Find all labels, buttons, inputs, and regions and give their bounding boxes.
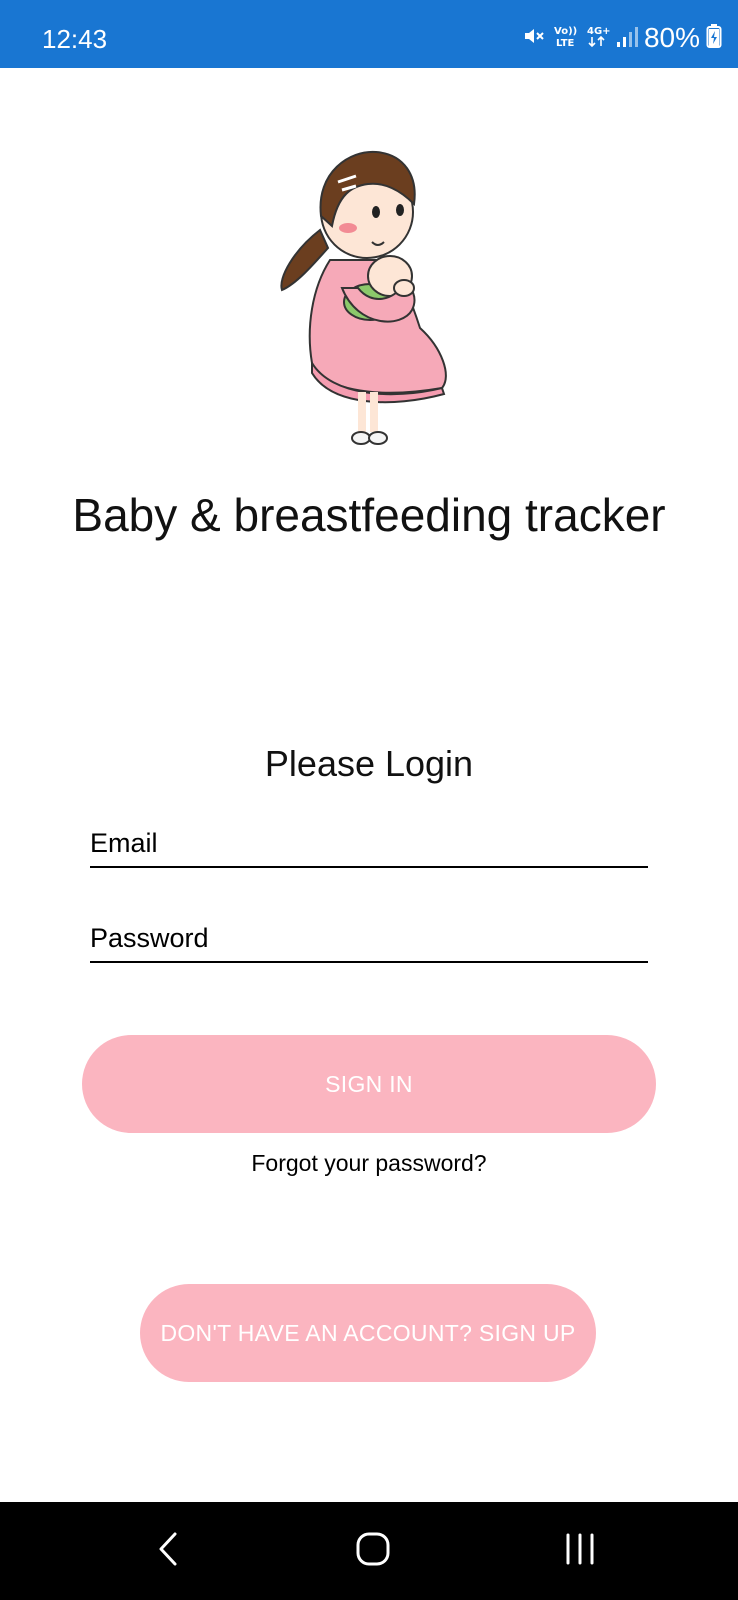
signal-icon xyxy=(616,24,638,53)
sign-in-button[interactable]: SIGN IN xyxy=(82,1035,656,1133)
mute-icon xyxy=(522,24,546,53)
sign-up-label: DON'T HAVE AN ACCOUNT? SIGN UP xyxy=(160,1319,576,1346)
back-icon xyxy=(157,1531,179,1572)
status-bar: 12:43 Vo)) LTE 4G+ 80% xyxy=(0,0,738,68)
recents-icon xyxy=(563,1532,597,1571)
status-icons: Vo)) LTE 4G+ 80% xyxy=(522,22,722,54)
home-button[interactable] xyxy=(345,1526,401,1576)
app-title: Baby & breastfeeding tracker xyxy=(72,489,666,541)
home-icon xyxy=(355,1531,391,1572)
back-button[interactable] xyxy=(140,1526,196,1576)
4g-plus-icon: 4G+ xyxy=(584,23,611,54)
login-heading: Please Login xyxy=(264,743,474,784)
forgot-password-link[interactable]: Forgot your password? xyxy=(60,1148,678,1178)
recents-button[interactable] xyxy=(552,1526,608,1576)
navigation-bar xyxy=(0,1502,738,1600)
svg-text:LTE: LTE xyxy=(556,38,575,49)
svg-text:Vo)): Vo)) xyxy=(554,26,577,37)
sign-up-button[interactable]: DON'T HAVE AN ACCOUNT? SIGN UP xyxy=(140,1284,596,1382)
sign-in-label: SIGN IN xyxy=(325,1070,413,1097)
email-field[interactable] xyxy=(90,820,648,868)
battery-percentage: 80% xyxy=(643,22,700,53)
status-time: 12:43 xyxy=(42,24,108,54)
svg-text:4G+: 4G+ xyxy=(587,26,610,37)
battery-charging-icon xyxy=(706,23,722,54)
volte-icon: Vo)) LTE xyxy=(552,23,578,54)
password-field[interactable] xyxy=(90,915,648,963)
mother-breastfeeding-illustration xyxy=(272,138,468,456)
